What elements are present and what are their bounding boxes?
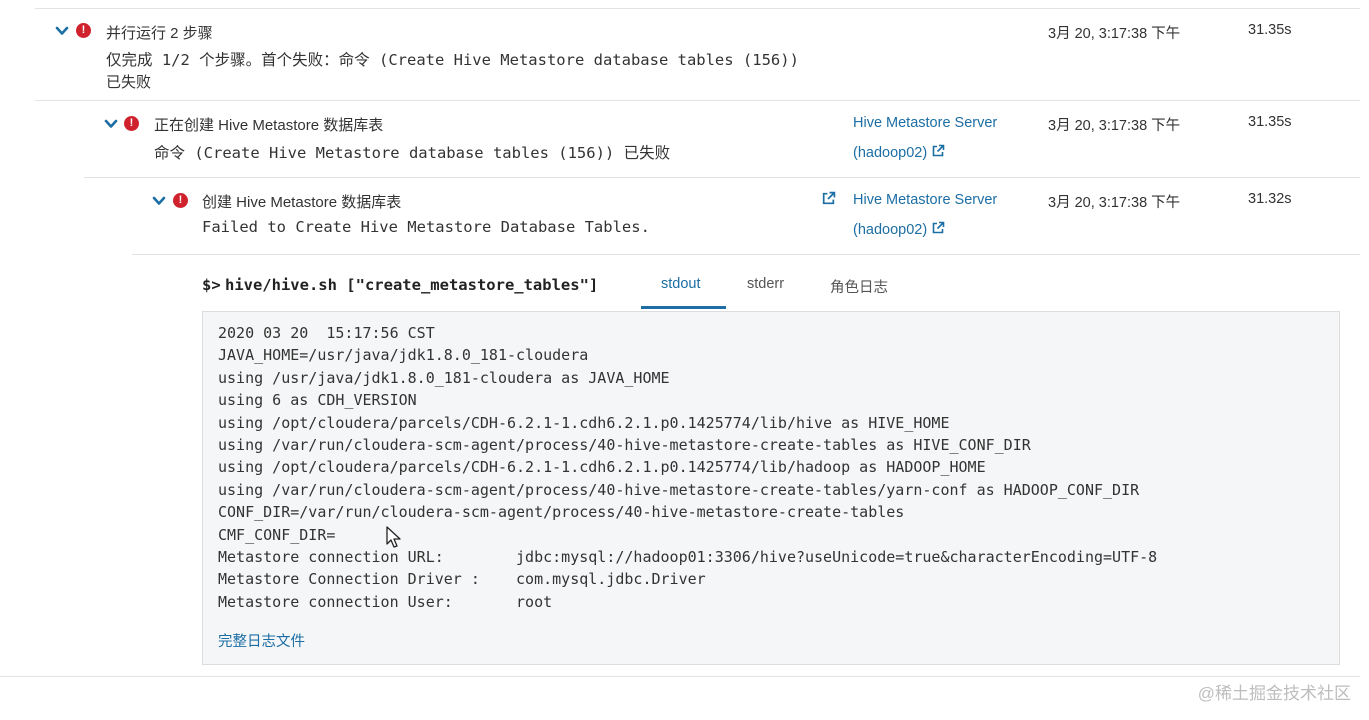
step-duration: 31.35s <box>1248 22 1292 38</box>
host-label[interactable]: (hadoop02) <box>853 145 927 161</box>
log-line: using /var/run/cloudera-scm-agent/proces… <box>218 436 1031 454</box>
full-log-link[interactable]: 完整日志文件 <box>218 630 305 651</box>
log-line: using /usr/java/jdk1.8.0_181-cloudera as… <box>218 368 670 387</box>
row-divider <box>35 100 1360 101</box>
active-tab-indicator <box>641 306 726 309</box>
error-icon: ! <box>173 193 188 208</box>
step-duration: 31.32s <box>1248 191 1292 207</box>
step-message-continued: 已失败 <box>106 74 152 91</box>
log-line: JAVA_HOME=/usr/java/jdk1.8.0_181-clouder… <box>218 346 589 365</box>
log-line: using /opt/cloudera/parcels/CDH-6.2.1-1.… <box>218 458 986 477</box>
external-link-icon[interactable] <box>821 191 836 211</box>
log-line: Metastore connection URL: jdbc:mysql://h… <box>218 548 1158 566</box>
chevron-down-icon[interactable] <box>152 194 166 208</box>
host-link[interactable]: (hadoop02) <box>853 144 945 162</box>
log-line: CMF_CONF_DIR= <box>218 525 336 544</box>
top-divider <box>35 8 1360 9</box>
log-line: Metastore connection User: root <box>218 592 553 611</box>
log-line: CONF_DIR=/var/run/cloudera-scm-agent/pro… <box>218 503 905 522</box>
command-text: hive/hive.sh ["create_metastore_tables"] <box>224 276 599 294</box>
row-divider <box>84 177 1360 178</box>
tab-role-log[interactable]: 角色日志 <box>830 276 888 297</box>
step-message: 命令 (Create Hive Metastore database table… <box>154 144 671 162</box>
host-link[interactable]: (hadoop02) <box>853 221 945 239</box>
bottom-divider <box>0 676 1360 677</box>
log-line: using /var/run/cloudera-scm-agent/proces… <box>218 480 1140 499</box>
step-time: 3月 20, 3:17:38 下午 <box>1048 118 1181 134</box>
step-message: Failed to Create Hive Metastore Database… <box>202 218 650 236</box>
log-output-panel[interactable]: 2020 03 20 15:17:56 CST JAVA_HOME=/usr/j… <box>202 311 1340 665</box>
step-message: 仅完成 1/2 个步骤。首个失败：命令 (Create Hive Metasto… <box>106 51 799 69</box>
error-icon: ! <box>76 23 91 38</box>
step-time: 3月 20, 3:17:38 下午 <box>1048 26 1181 42</box>
command-prompt: $> <box>202 276 221 294</box>
log-line: using 6 as CDH_VERSION <box>218 391 417 410</box>
step-title: 并行运行 2 步骤 <box>106 25 213 42</box>
chevron-down-icon[interactable] <box>55 24 69 38</box>
step-time: 3月 20, 3:17:38 下午 <box>1048 195 1181 211</box>
command-line: $> hive/hive.sh ["create_metastore_table… <box>202 276 598 295</box>
host-label[interactable]: (hadoop02) <box>853 222 927 238</box>
tab-stdout[interactable]: stdout <box>661 276 701 292</box>
external-link-icon[interactable] <box>931 144 945 162</box>
external-link-icon[interactable] <box>931 221 945 239</box>
log-line: Metastore Connection Driver : com.mysql.… <box>218 570 706 589</box>
tab-stderr[interactable]: stderr <box>747 276 784 292</box>
watermark: @稀土掘金技术社区 <box>1197 684 1351 703</box>
error-icon: ! <box>124 116 139 131</box>
log-line: 2020 03 20 15:17:56 CST <box>218 324 435 342</box>
step-title: 创建 Hive Metastore 数据库表 <box>202 194 402 211</box>
log-line: using /opt/cloudera/parcels/CDH-6.2.1-1.… <box>218 413 950 432</box>
row-divider <box>132 254 1360 255</box>
step-title: 正在创建 Hive Metastore 数据库表 <box>154 117 384 134</box>
step-duration: 31.35s <box>1248 114 1292 130</box>
role-link[interactable]: Hive Metastore Server <box>853 192 997 208</box>
chevron-down-icon[interactable] <box>104 117 118 131</box>
role-link[interactable]: Hive Metastore Server <box>853 115 997 131</box>
mouse-cursor-icon <box>386 526 402 555</box>
